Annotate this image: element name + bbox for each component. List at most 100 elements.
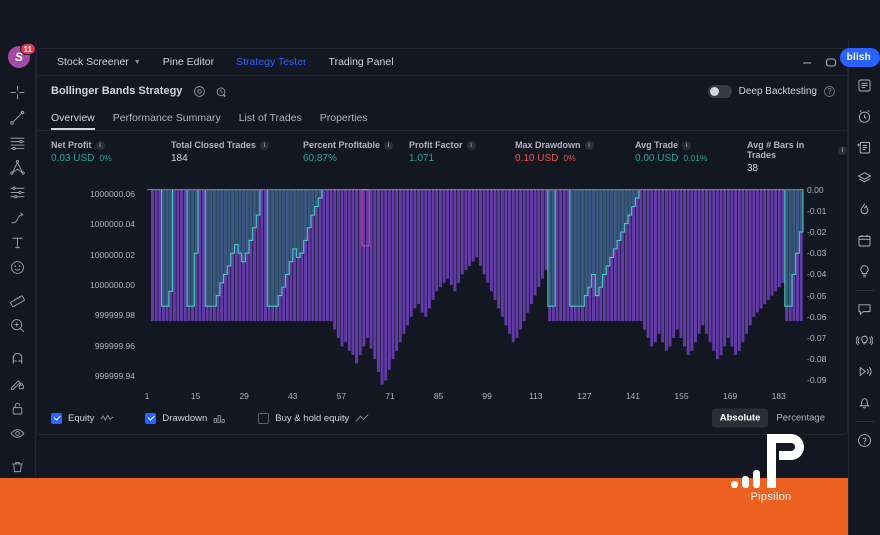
chart-canvas[interactable] — [37, 173, 848, 407]
ideas-bulb-icon[interactable] — [852, 256, 878, 287]
help-icon[interactable] — [852, 425, 878, 456]
data-window-icon[interactable] — [852, 132, 878, 163]
info-icon[interactable]: i — [838, 145, 847, 155]
trend-line-icon[interactable] — [3, 105, 33, 130]
y-right-tick: -0.02 — [807, 227, 827, 237]
hotlist-flame-icon[interactable] — [852, 194, 878, 225]
y-axis-right: 0.00 -0.01 -0.02 -0.03 -0.04 -0.05 -0.06 -0.07 -… — [801, 173, 847, 391]
info-icon[interactable]: i — [584, 140, 594, 150]
chevron-down-icon[interactable]: ▼ — [134, 59, 141, 66]
y-right-tick: -0.01 — [807, 205, 827, 216]
x-axis-tick: 15 — [190, 391, 201, 401]
tab-overview[interactable]: Overview — [51, 112, 104, 130]
legend-label: Buy & hold equity — [275, 412, 350, 424]
text-tool-icon[interactable] — [3, 230, 33, 255]
legend-item-drawdown[interactable]: Drawdown — [145, 412, 227, 424]
info-icon[interactable]: i — [466, 140, 476, 150]
minimize-button[interactable] — [801, 57, 813, 67]
y-left-tick: 999999.94 — [94, 370, 135, 381]
strategy-settings-icon[interactable] — [193, 85, 206, 98]
measure-ruler-icon[interactable] — [3, 288, 33, 313]
x-axis-tick: 1 — [144, 391, 150, 401]
stat-subvalue: 0.01% — [683, 153, 708, 163]
x-axis-tick: 71 — [385, 391, 395, 401]
stat-label: Avg # Bars in Trades — [747, 140, 805, 160]
drawing-toolbar — [0, 40, 36, 478]
y-left-tick: 1000000.04 — [90, 219, 135, 230]
pitchfork-icon[interactable] — [3, 155, 33, 180]
scale-percentage-button[interactable]: Percentage — [768, 409, 833, 428]
equity-checkbox[interactable] — [51, 412, 62, 424]
stream-play-icon[interactable] — [852, 356, 878, 387]
watchlist-icon[interactable] — [852, 70, 878, 101]
stat-max-drawdown: Max Drawdown i 0.10 USD 0% — [515, 140, 594, 164]
stay-in-drawing-mode-icon[interactable] — [3, 371, 33, 396]
stat-value: 0.03 USD — [51, 153, 95, 164]
nav-stock-screener[interactable]: Stock Screener ▼ — [49, 49, 152, 75]
tab-list-of-trades[interactable]: List of Trades — [230, 112, 311, 130]
notification-badge[interactable]: 11 — [19, 43, 36, 55]
x-axis-tick: 155 — [674, 391, 689, 401]
lock-drawings-icon[interactable] — [3, 396, 33, 421]
nav-strategy-tester[interactable]: Strategy Tester — [225, 49, 317, 75]
crosshair-cursor-icon[interactable] — [3, 80, 33, 105]
page-title: Bollinger Bands Strategy — [51, 85, 183, 97]
panel-title-row: Bollinger Bands Strategy Deep Backtestin… — [37, 76, 847, 106]
x-axis-tick: 85 — [433, 391, 444, 401]
help-info-icon[interactable]: ? — [824, 85, 835, 97]
notifications-bell-icon[interactable] — [852, 387, 878, 418]
stat-value: 60.87% — [303, 153, 337, 164]
stat-label: Max Drawdown — [515, 140, 581, 150]
y-right-tick: -0.08 — [807, 354, 827, 365]
info-icon[interactable]: i — [384, 140, 394, 150]
stat-avg-bars-in-trades: Avg # Bars in Trades i 38 — [747, 140, 847, 174]
maximize-button[interactable] — [825, 57, 837, 68]
panel-tabs: Overview Performance Summary List of Tra… — [37, 106, 847, 130]
scale-absolute-button[interactable]: Absolute — [711, 408, 769, 428]
y-right-tick: -0.03 — [807, 248, 827, 259]
chart-legend: Equity Drawdown Buy & hold equity Absolu… — [37, 408, 847, 428]
info-icon[interactable]: i — [95, 140, 105, 150]
alerts-clock-icon[interactable] — [852, 101, 878, 132]
fib-levels-icon[interactable] — [3, 180, 33, 205]
magnet-icon[interactable] — [3, 346, 33, 371]
layers-icon[interactable] — [852, 163, 878, 194]
x-axis-tick: 43 — [288, 391, 298, 401]
stats-row: Net Profit i 0.03 USD 0% Total Closed Tr… — [37, 131, 847, 174]
horizontal-rays-icon[interactable] — [3, 130, 33, 155]
zoom-in-icon[interactable] — [3, 313, 33, 338]
stat-label: Percent Profitable — [303, 140, 381, 150]
nav-pine-editor[interactable]: Pine Editor — [152, 49, 225, 75]
deep-backtesting-label: Deep Backtesting — [738, 85, 817, 97]
remove-drawings-icon[interactable] — [3, 454, 33, 479]
chat-icon[interactable] — [852, 294, 878, 325]
pipsilon-logo-icon — [731, 434, 804, 488]
avatar[interactable]: S 11 — [8, 43, 36, 74]
info-icon[interactable]: i — [259, 140, 269, 150]
hide-drawings-icon[interactable] — [3, 421, 33, 446]
legend-item-equity[interactable]: Equity — [51, 412, 114, 424]
emoji-icon[interactable] — [3, 255, 33, 280]
y-right-tick: -0.09 — [807, 375, 827, 386]
title-actions — [193, 85, 228, 98]
add-alert-icon[interactable] — [215, 85, 228, 98]
calendar-icon[interactable] — [852, 225, 878, 256]
stat-subvalue: 0% — [99, 153, 112, 163]
legend-item-buy-and-hold[interactable]: Buy & hold equity — [258, 412, 369, 424]
y-right-tick: -0.04 — [807, 269, 827, 280]
tab-properties[interactable]: Properties — [311, 112, 377, 130]
nav-trading-panel[interactable]: Trading Panel — [318, 49, 405, 75]
rail-divider — [855, 290, 874, 291]
tab-performance-summary[interactable]: Performance Summary — [104, 112, 230, 130]
broadcast-idea-icon[interactable] — [852, 325, 878, 356]
x-axis-tick: 169 — [723, 391, 738, 401]
strategy-tester-window: S 11 blish Stock Screener ▼ Pine Editor … — [0, 0, 880, 535]
brand-name: Pipsilon — [750, 491, 792, 503]
info-icon[interactable]: i — [682, 140, 692, 150]
brush-icon[interactable] — [3, 205, 33, 230]
deep-backtesting-toggle[interactable] — [707, 84, 732, 98]
equity-drawdown-chart[interactable]: 1000000.06 1000000.04 1000000.02 1000000.00… — [37, 173, 847, 407]
drawdown-checkbox[interactable] — [145, 412, 157, 424]
publish-button[interactable]: blish — [839, 48, 880, 67]
buy-hold-checkbox[interactable] — [258, 412, 270, 424]
